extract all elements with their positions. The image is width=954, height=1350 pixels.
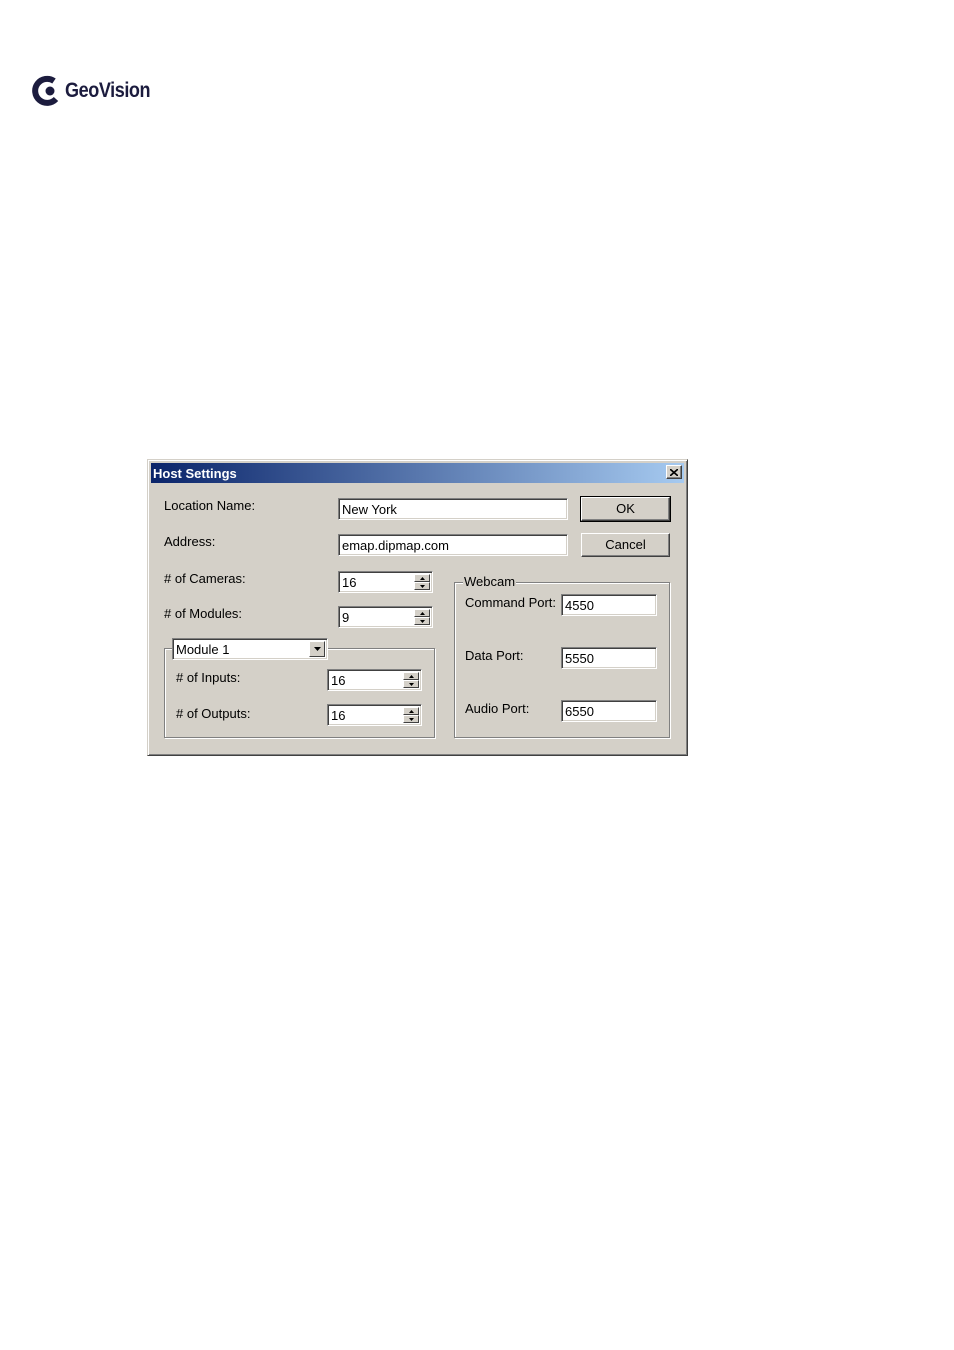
cameras-spinner: [414, 574, 430, 590]
arrow-down-icon: [408, 682, 414, 686]
spin-down-button[interactable]: [403, 680, 419, 688]
spin-up-button[interactable]: [403, 672, 419, 680]
spin-down-button[interactable]: [403, 715, 419, 723]
inputs-spinner: [403, 672, 419, 688]
title-bar[interactable]: Host Settings: [151, 463, 684, 483]
command-port-label: Command Port:: [465, 595, 557, 610]
cameras-spinbox[interactable]: 16: [338, 571, 433, 593]
host-settings-dialog: Host Settings Location Name: New York Ad…: [147, 459, 688, 756]
outputs-label: # of Outputs:: [176, 706, 251, 721]
spin-down-button[interactable]: [414, 617, 430, 625]
close-button[interactable]: [666, 465, 682, 479]
location-name-input[interactable]: New York: [338, 498, 568, 520]
modules-spinbox[interactable]: 9: [338, 606, 433, 628]
spin-up-button[interactable]: [403, 707, 419, 715]
inputs-label: # of Inputs:: [176, 670, 241, 685]
arrow-up-icon: [408, 674, 414, 678]
data-port-input[interactable]: 5550: [561, 647, 657, 669]
modules-spinner: [414, 609, 430, 625]
webcam-caption: Webcam: [463, 574, 517, 589]
cameras-value: 16: [342, 575, 357, 590]
ok-button[interactable]: OK: [580, 496, 671, 522]
spin-up-button[interactable]: [414, 609, 430, 617]
arrow-down-icon: [419, 619, 425, 623]
data-port-label: Data Port:: [465, 648, 524, 663]
audio-port-label: Audio Port:: [465, 701, 530, 716]
dialog-title: Host Settings: [153, 466, 237, 481]
outputs-value: 16: [331, 708, 346, 723]
cameras-label: # of Cameras:: [164, 571, 246, 586]
modules-value: 9: [342, 610, 350, 625]
cancel-button[interactable]: Cancel: [581, 533, 670, 557]
geovision-logo: GeoVision: [32, 74, 164, 108]
modules-label: # of Modules:: [164, 606, 243, 621]
arrow-up-icon: [419, 611, 425, 615]
spin-up-button[interactable]: [414, 574, 430, 582]
module-select-value: Module 1: [176, 642, 230, 657]
outputs-spinbox[interactable]: 16: [327, 704, 422, 726]
location-name-label: Location Name:: [164, 498, 256, 513]
logo-text: GeoVision: [65, 79, 151, 102]
module-select-dropdown-button[interactable]: [309, 641, 325, 657]
inputs-value: 16: [331, 673, 346, 688]
address-label: Address:: [164, 534, 216, 549]
module-select[interactable]: Module 1: [172, 638, 328, 660]
command-port-input[interactable]: 4550: [561, 594, 657, 616]
arrow-down-icon: [419, 584, 425, 588]
spin-down-button[interactable]: [414, 582, 430, 590]
arrow-up-icon: [408, 709, 414, 713]
arrow-down-icon: [408, 717, 414, 721]
arrow-up-icon: [419, 576, 425, 580]
close-icon: [670, 468, 678, 476]
outputs-spinner: [403, 707, 419, 723]
chevron-down-icon: [313, 647, 321, 651]
geovision-logo-icon: [32, 75, 59, 106]
address-input[interactable]: emap.dipmap.com: [338, 534, 568, 556]
inputs-spinbox[interactable]: 16: [327, 669, 422, 691]
audio-port-input[interactable]: 6550: [561, 700, 657, 722]
